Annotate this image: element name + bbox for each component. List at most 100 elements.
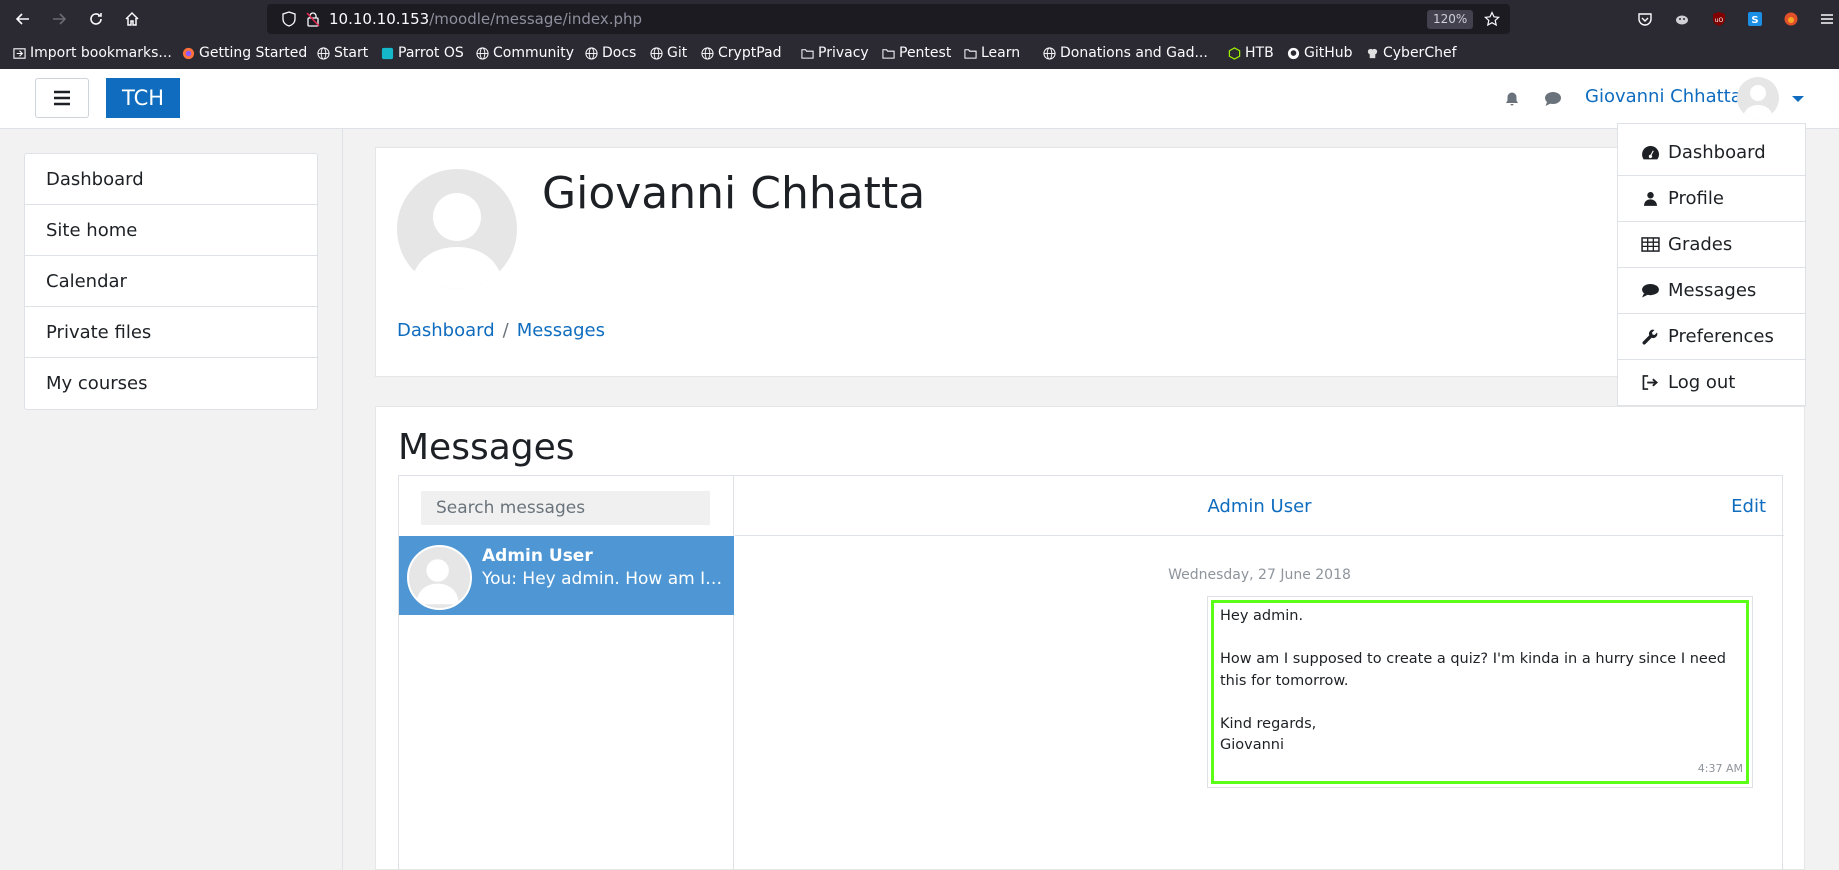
wrench-icon: [1640, 327, 1660, 347]
insecure-lock-icon[interactable]: [305, 11, 321, 27]
default-user-icon: [1743, 85, 1773, 119]
caret-down-icon[interactable]: [1792, 96, 1804, 102]
globe-icon: [475, 46, 489, 60]
dashboard-icon: [1640, 143, 1660, 163]
drawer-item-dashboard[interactable]: Dashboard: [25, 154, 317, 205]
shield-icon[interactable]: [281, 11, 297, 27]
conversation-header: Admin User Edit: [735, 476, 1784, 536]
bookmark-cyberchef[interactable]: CyberChef: [1365, 43, 1457, 63]
github-icon: [1286, 46, 1300, 60]
breadcrumb-messages[interactable]: Messages: [517, 320, 605, 341]
user-menu-name[interactable]: Giovanni Chhatta: [1585, 86, 1742, 107]
url-text[interactable]: 10.10.10.153/moodle/message/index.php: [329, 10, 642, 28]
folder-icon: [800, 46, 814, 60]
bookmark-label: GitHub: [1304, 45, 1353, 61]
messages-heading: Messages: [398, 427, 575, 468]
message-line: Hey admin.: [1220, 608, 1304, 624]
drawer-item-private-files[interactable]: Private files: [25, 307, 317, 358]
bookmark-label: Getting Started: [199, 45, 308, 61]
sign-out-icon: [1640, 373, 1660, 393]
drawer-item-site-home[interactable]: Site home: [25, 205, 317, 256]
zoom-indicator[interactable]: 120%: [1427, 10, 1474, 29]
globe-icon: [649, 46, 663, 60]
search-messages-input[interactable]: [421, 491, 710, 525]
htb-icon: [1227, 46, 1241, 60]
menu-icon[interactable]: [1818, 10, 1836, 28]
top-navbar: TCH Giovanni Chhatta: [0, 69, 1839, 129]
message-line: How am I supposed to create a quiz? I'm …: [1220, 651, 1726, 689]
menu-item-messages[interactable]: Messages: [1618, 268, 1805, 313]
drawer-toggle-button[interactable]: [35, 78, 89, 118]
menu-item-grades[interactable]: Grades: [1618, 222, 1805, 267]
bookmark-learn[interactable]: Learn: [963, 43, 1020, 63]
home-button[interactable]: [118, 5, 146, 33]
drawer-list: Dashboard Site home Calendar Private fil…: [24, 153, 318, 410]
bookmark-htb[interactable]: HTB: [1227, 43, 1274, 63]
extension-cat-icon[interactable]: [1673, 10, 1691, 28]
nav-drawer: Dashboard Site home Calendar Private fil…: [0, 129, 342, 870]
bookmark-label: Community: [493, 45, 575, 61]
ublock-icon[interactable]: uO: [1710, 10, 1728, 28]
avatar[interactable]: [1737, 77, 1779, 119]
bookmark-label: HTB: [1245, 45, 1274, 61]
import-icon: [12, 46, 26, 60]
drawer-item-my-courses[interactable]: My courses: [25, 358, 317, 409]
globe-icon: [700, 46, 714, 60]
globe-icon: [316, 46, 330, 60]
breadcrumb-dashboard[interactable]: Dashboard: [397, 320, 495, 341]
bookmark-git[interactable]: Git: [649, 43, 687, 63]
bookmark-community[interactable]: Community: [475, 43, 574, 63]
parrot-icon: [380, 46, 394, 60]
menu-item-label: Log out: [1668, 372, 1736, 393]
s-extension-icon[interactable]: S: [1746, 10, 1764, 28]
drawer-item-calendar[interactable]: Calendar: [25, 256, 317, 307]
user-menu-dropdown: Dashboard Profile Grades Messages Prefer…: [1617, 123, 1806, 406]
edit-button[interactable]: Edit: [1731, 496, 1766, 517]
folder-icon: [963, 46, 977, 60]
bookmark-getting-started[interactable]: Getting Started: [181, 43, 307, 63]
default-user-icon: [416, 559, 459, 605]
bookmark-github[interactable]: GitHub: [1286, 43, 1353, 63]
reload-button[interactable]: [82, 5, 110, 33]
notifications-bell-icon[interactable]: [1502, 89, 1522, 109]
comment-icon: [1640, 281, 1660, 301]
message-line: Giovanni: [1220, 737, 1285, 753]
contact-item-admin-user[interactable]: Admin User You: Hey admin. How am I supp…: [399, 536, 734, 615]
menu-item-preferences[interactable]: Preferences: [1618, 314, 1805, 359]
folder-icon: [881, 46, 895, 60]
address-bar[interactable]: 10.10.10.153/moodle/message/index.php 12…: [267, 4, 1510, 34]
bookmark-import[interactable]: Import bookmarks...: [12, 43, 172, 63]
svg-text:uO: uO: [1715, 17, 1724, 24]
back-button[interactable]: [9, 5, 37, 33]
firefox-icon: [181, 46, 195, 60]
site-brand[interactable]: TCH: [106, 78, 180, 118]
bookmark-label: Privacy: [818, 45, 869, 61]
bookmark-docs[interactable]: Docs: [584, 43, 636, 63]
messages-toggle-icon[interactable]: [1543, 89, 1563, 109]
svg-text:S: S: [1751, 15, 1758, 26]
pocket-icon[interactable]: [1636, 10, 1654, 28]
menu-item-log-out[interactable]: Log out: [1618, 360, 1805, 405]
bookmark-donations[interactable]: Donations and Gad...: [1042, 43, 1208, 63]
bookmark-privacy[interactable]: Privacy: [800, 43, 869, 63]
chef-icon: [1365, 46, 1379, 60]
bookmark-label: Git: [667, 45, 688, 61]
conversation-contact-name[interactable]: Admin User: [735, 496, 1784, 517]
message-bubble: Hey admin. How am I supposed to create a…: [1207, 596, 1753, 788]
bookmark-label: Start: [334, 45, 369, 61]
forward-button[interactable]: [45, 5, 73, 33]
globe-icon: [1042, 46, 1056, 60]
bookmark-parrot-os[interactable]: Parrot OS: [380, 43, 464, 63]
foxyproxy-icon[interactable]: [1782, 10, 1800, 28]
menu-item-label: Messages: [1668, 280, 1757, 301]
bookmark-start[interactable]: Start: [316, 43, 368, 63]
menu-item-label: Dashboard: [1668, 142, 1766, 163]
arrow-right-icon: [53, 13, 67, 25]
browser-chrome: 10.10.10.153/moodle/message/index.php 12…: [0, 0, 1839, 102]
bookmark-star-icon[interactable]: [1484, 11, 1500, 27]
bookmark-pentest[interactable]: Pentest: [881, 43, 951, 63]
menu-item-profile[interactable]: Profile: [1618, 176, 1805, 221]
bookmark-label: Docs: [602, 45, 637, 61]
bookmark-cryptpad[interactable]: CryptPad: [700, 43, 781, 63]
menu-item-dashboard[interactable]: Dashboard: [1618, 130, 1805, 175]
